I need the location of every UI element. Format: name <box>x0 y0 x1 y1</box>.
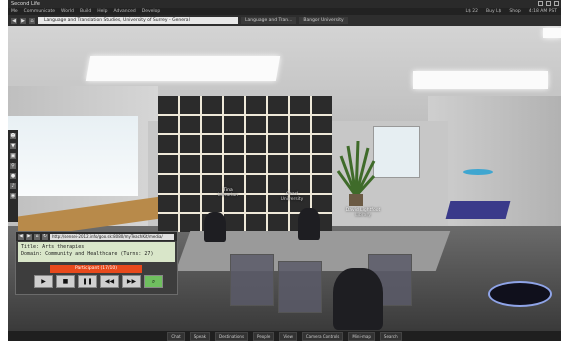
balance: L$ 22 <box>465 9 479 14</box>
participant-progress-bar: Participant (17/10) <box>50 265 142 273</box>
rewind-button[interactable]: ◀◀ <box>100 275 119 288</box>
people-icon[interactable]: ☻ <box>10 133 16 139</box>
mini-map-button[interactable]: Mini-map <box>348 331 375 341</box>
avatar[interactable] <box>298 208 320 240</box>
play-button[interactable]: ▶ <box>34 275 53 288</box>
pin-icon[interactable]: ● <box>10 173 16 179</box>
back-icon[interactable]: ◀ <box>18 233 24 240</box>
menu-advanced[interactable]: Advanced <box>114 8 136 15</box>
people-button[interactable]: People <box>253 331 275 341</box>
nametag-david-lightfoot: David Lightfoot Library <box>345 208 381 218</box>
back-icon[interactable]: ◀ <box>11 17 17 24</box>
favorite-language-translation[interactable]: Language and Tran... <box>241 17 297 24</box>
media-nav-bar: ◀ ▶ ⌂ ↻ http://sensei-2012.info/goo.sk:8… <box>16 232 177 241</box>
nametag-charl: Charl University <box>280 192 304 202</box>
location-text: Language and Translation Studies, Univer… <box>44 18 190 23</box>
navigation-bar: ◀ ▶ ⌂ Language and Translation Studies, … <box>8 15 561 26</box>
ceiling-light <box>413 71 548 89</box>
search-icon[interactable]: ⚲ <box>10 163 16 169</box>
menu-help[interactable]: Help <box>97 8 107 15</box>
camera-controls-button[interactable]: Camera Controls <box>301 331 344 341</box>
menu-build[interactable]: Build <box>80 8 91 15</box>
media-player-panel: ◀ ▶ ⌂ ↻ http://sensei-2012.info/goo.sk:8… <box>15 231 178 295</box>
stop-button[interactable]: ■ <box>56 275 75 288</box>
maximize-button[interactable] <box>546 1 551 6</box>
minimize-button[interactable] <box>538 1 543 6</box>
buy-currency-button[interactable]: Buy L$ <box>486 8 501 15</box>
nametag-tina: Tina Librarian <box>218 188 238 198</box>
bottom-toolbar: Chat Speak Destinations People View Came… <box>8 331 561 341</box>
media-description: Title: Arts therapies Domain: Community … <box>18 242 175 262</box>
status-area: L$ 22 Buy L$ Shop 4:18 AM PST <box>465 8 557 15</box>
destinations-button[interactable]: Destinations <box>215 331 249 341</box>
media-title-line: Title: Arts therapies <box>21 244 85 250</box>
window-title: Second Life <box>11 1 41 7</box>
pause-button[interactable]: ❚❚ <box>78 275 97 288</box>
menu-develop[interactable]: Develop <box>142 8 161 15</box>
reload-icon[interactable]: ↻ <box>42 233 48 240</box>
menu-communicate[interactable]: Communicate <box>24 8 55 15</box>
title-bar: Second Life <box>8 0 561 8</box>
round-rug <box>488 281 552 307</box>
own-avatar <box>333 268 383 330</box>
location-input[interactable]: Language and Translation Studies, Univer… <box>38 17 238 24</box>
home-icon[interactable]: ⌂ <box>34 233 40 240</box>
potted-plant <box>336 140 376 206</box>
menu-bar: Me Communicate World Build Help Advanced… <box>8 8 561 15</box>
media-controls: ▶ ■ ❚❚ ◀◀ ▶▶ ⌕ <box>34 275 163 288</box>
ceiling-light <box>85 56 281 81</box>
viewer-window: Second Life Me Communicate World Build H… <box>8 0 561 341</box>
menu-world[interactable]: World <box>61 8 74 15</box>
glass-panel <box>230 254 274 306</box>
favorite-bangor-university[interactable]: Bangor University <box>299 17 348 24</box>
close-button[interactable] <box>554 1 559 6</box>
music-icon[interactable]: ♪ <box>10 183 16 189</box>
appearance-icon[interactable]: ◉ <box>10 193 16 199</box>
speak-button[interactable]: Speak <box>189 331 210 341</box>
ceiling-light <box>543 28 561 38</box>
forward-icon[interactable]: ▶ <box>20 17 26 24</box>
avatar[interactable] <box>204 212 226 242</box>
search-button[interactable]: Search <box>379 331 402 341</box>
window-light <box>8 116 138 196</box>
shop-button[interactable]: Shop <box>509 8 520 15</box>
window-controls <box>538 1 559 6</box>
forward-icon[interactable]: ▶ <box>26 233 32 240</box>
places-icon[interactable]: ▼ <box>10 143 16 149</box>
glass-panel <box>278 261 322 313</box>
media-domain-line: Domain: Community and Healthcare (Turns:… <box>21 251 154 257</box>
doorway <box>373 126 420 178</box>
clock: 4:18 AM PST <box>528 9 557 14</box>
media-url-input[interactable]: http://sensei-2012.info/goo.sk:8080/myTe… <box>50 233 174 240</box>
inventory-icon[interactable]: ▣ <box>10 153 16 159</box>
view-button[interactable]: View <box>279 331 297 341</box>
chat-button[interactable]: Chat <box>167 331 185 341</box>
home-icon[interactable]: ⌂ <box>29 17 35 24</box>
menu-me[interactable]: Me <box>11 8 18 15</box>
round-table <box>463 169 493 175</box>
side-toolbar: ☻ ▼ ▣ ⚲ ● ♪ ◉ <box>8 130 18 222</box>
zoom-button[interactable]: ⌕ <box>144 275 163 288</box>
fast-forward-button[interactable]: ▶▶ <box>122 275 141 288</box>
sofa <box>445 201 511 219</box>
